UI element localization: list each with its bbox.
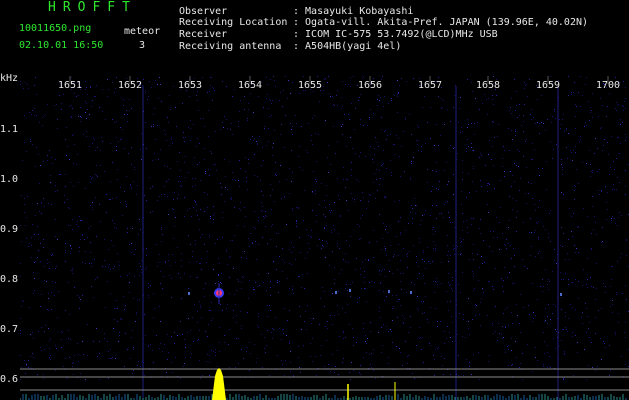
y-tick-label: 0.7 — [0, 324, 19, 335]
observer-label: Observer — [179, 6, 228, 17]
location-value: : Ogata-vill. Akita-Pref. JAPAN (139.96E… — [293, 17, 589, 28]
x-tick-label: 1652 — [118, 80, 143, 91]
faint-echo — [560, 293, 562, 296]
faint-echo — [188, 292, 190, 295]
location-label: Receiving Location — [179, 17, 288, 28]
x-tick-label: 1651 — [58, 80, 83, 91]
x-tick-label: 1700 — [596, 80, 621, 91]
antenna-value: : A504HB(yagi 4el) — [293, 41, 402, 52]
x-tick-label: 1656 — [358, 80, 383, 91]
faint-echo — [410, 291, 412, 294]
faint-echo — [335, 291, 337, 294]
antenna-label: Receiving antenna — [179, 41, 282, 52]
x-tick-label: 1659 — [536, 80, 561, 91]
y-tick-label: 0.9 — [0, 224, 19, 235]
header: HROFFT 10011650.png 02.10.01 16:50 meteo… — [0, 0, 629, 76]
x-tick-label: 1657 — [418, 80, 443, 91]
x-tick-label: 1653 — [178, 80, 203, 91]
x-tick-label: 1654 — [238, 80, 263, 91]
meteor-label: meteor — [124, 26, 161, 37]
receiver-label: Receiver — [179, 29, 228, 40]
x-tick-label: 1655 — [298, 80, 323, 91]
datetime: 02.10.01 16:50 — [19, 40, 104, 51]
x-tick-label: 1658 — [476, 80, 501, 91]
spectrogram-background — [20, 76, 629, 400]
faint-echo — [388, 290, 390, 293]
meteor-count: 3 — [139, 40, 146, 51]
y-tick-label: 0.6 — [0, 374, 19, 385]
y-tick-label: 1.1 — [0, 124, 19, 135]
filename: 10011650.png — [19, 23, 92, 34]
observer-value: : Masayuki Kobayashi — [293, 6, 414, 17]
receiver-value: : ICOM IC-575 53.7492(@LCD)MHz USB — [293, 29, 498, 40]
hrofft-logo: HROFFT — [48, 0, 137, 15]
y-tick-label: 0.8 — [0, 274, 19, 285]
y-unit-label: kHz — [0, 73, 19, 84]
faint-echo — [349, 289, 351, 292]
y-tick-label: 1.0 — [0, 174, 19, 185]
spectrogram — [20, 76, 629, 400]
